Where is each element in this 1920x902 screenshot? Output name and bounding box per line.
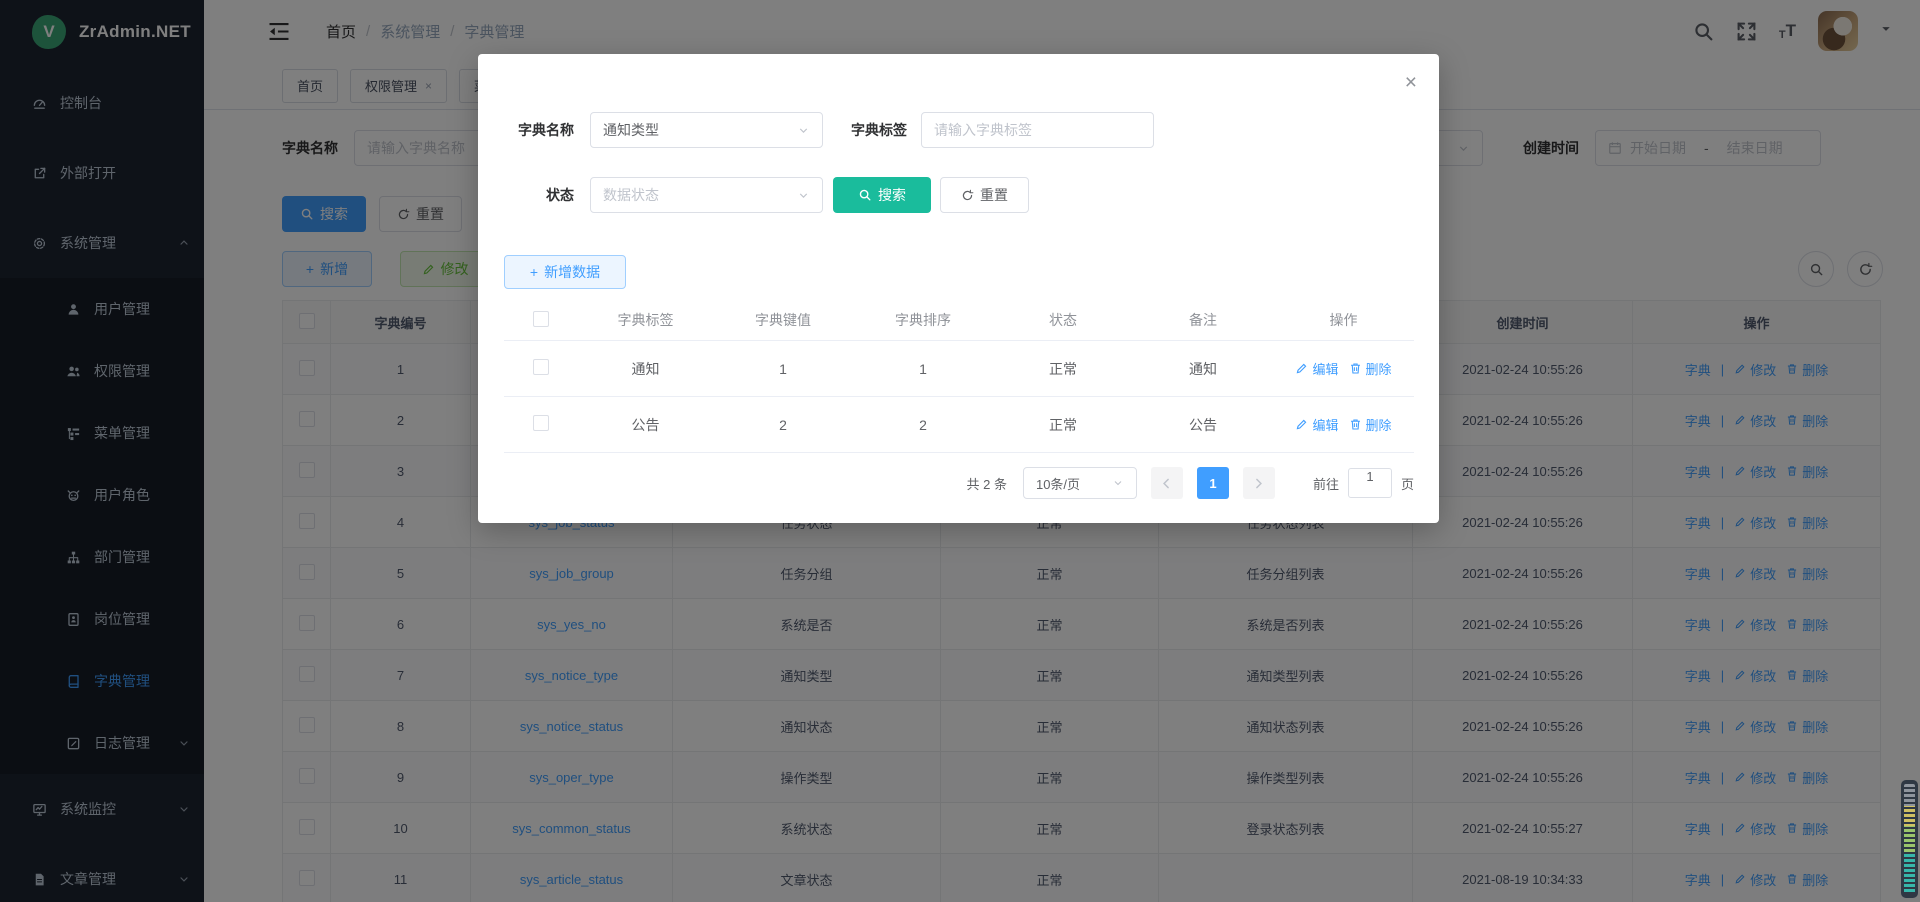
modal-form-row-2: 状态 数据状态 搜索 重置 xyxy=(504,177,1029,213)
app-window: V ZrAdmin.NET 控制台 外部打开 系统管理 xyxy=(0,0,1920,902)
chevron-down-icon xyxy=(797,189,810,202)
row-edit-link[interactable]: 编辑 xyxy=(1295,415,1338,434)
modal-form-row-1: 字典名称 通知类型 字典标签 请输入字典标签 xyxy=(504,112,1154,148)
row-delete-link[interactable]: 删除 xyxy=(1349,415,1392,434)
pencil-icon xyxy=(1295,418,1308,431)
status-label: 状态 xyxy=(504,185,574,205)
dict-name-label: 字典名称 xyxy=(504,120,574,140)
modal-reset-button[interactable]: 重置 xyxy=(940,177,1029,213)
goto-page-input[interactable]: 1 xyxy=(1348,468,1392,498)
scrollbar-minimap[interactable] xyxy=(1901,780,1918,898)
select-all-checkbox[interactable] xyxy=(533,311,549,327)
row-checkbox[interactable] xyxy=(533,415,549,431)
row-checkbox[interactable] xyxy=(533,359,549,375)
scrollbar-stripes xyxy=(1904,784,1915,894)
remark-cell: 通知 xyxy=(1133,341,1273,397)
page-unit-label: 页 xyxy=(1401,474,1414,493)
modal-table-header-row: 字典标签 字典键值 字典排序 状态 备注 操作 xyxy=(504,300,1414,341)
status-cell: 正常 xyxy=(993,397,1133,453)
trash-icon xyxy=(1349,418,1362,431)
dict-data-table: 字典标签 字典键值 字典排序 状态 备注 操作 通知 1 1 正常 通知 xyxy=(504,300,1414,453)
pagination: 共 2 条 10条/页 1 前往 1 页 xyxy=(967,467,1415,499)
page-number-current[interactable]: 1 xyxy=(1197,467,1229,499)
modal-search-button[interactable]: 搜索 xyxy=(833,177,931,213)
modal-table-row: 公告 2 2 正常 公告 编辑 xyxy=(504,397,1414,453)
row-delete-link[interactable]: 删除 xyxy=(1349,359,1392,378)
dict-data-dialog: × 字典名称 通知类型 字典标签 请输入字典标签 状态 数据状态 xyxy=(478,54,1439,523)
status-cell: 正常 xyxy=(993,341,1133,397)
goto-label: 前往 xyxy=(1313,474,1339,493)
pencil-icon xyxy=(1295,362,1308,375)
close-icon[interactable]: × xyxy=(1405,72,1417,93)
status-select[interactable]: 数据状态 xyxy=(590,177,823,213)
plus-icon: + xyxy=(530,264,538,280)
chevron-down-icon xyxy=(797,124,810,137)
dict-label-cell: 通知 xyxy=(578,341,713,397)
dict-value-cell: 1 xyxy=(713,341,853,397)
trash-icon xyxy=(1349,362,1362,375)
dict-sort-cell: 2 xyxy=(853,397,993,453)
row-edit-link[interactable]: 编辑 xyxy=(1295,359,1338,378)
remark-cell: 公告 xyxy=(1133,397,1273,453)
total-count: 共 2 条 xyxy=(967,474,1007,493)
dict-name-select[interactable]: 通知类型 xyxy=(590,112,823,148)
modal-add-button[interactable]: + 新增数据 xyxy=(504,255,626,289)
prev-page-icon[interactable] xyxy=(1151,467,1183,499)
modal-table-row: 通知 1 1 正常 通知 编辑 xyxy=(504,341,1414,397)
dict-sort-cell: 1 xyxy=(853,341,993,397)
dict-label-cell: 公告 xyxy=(578,397,713,453)
page-size-select[interactable]: 10条/页 xyxy=(1023,467,1137,499)
dict-label-input[interactable]: 请输入字典标签 xyxy=(921,112,1154,148)
dict-value-cell: 2 xyxy=(713,397,853,453)
dict-label-label: 字典标签 xyxy=(839,120,907,140)
next-page-icon[interactable] xyxy=(1243,467,1275,499)
chevron-down-icon xyxy=(1112,477,1124,489)
